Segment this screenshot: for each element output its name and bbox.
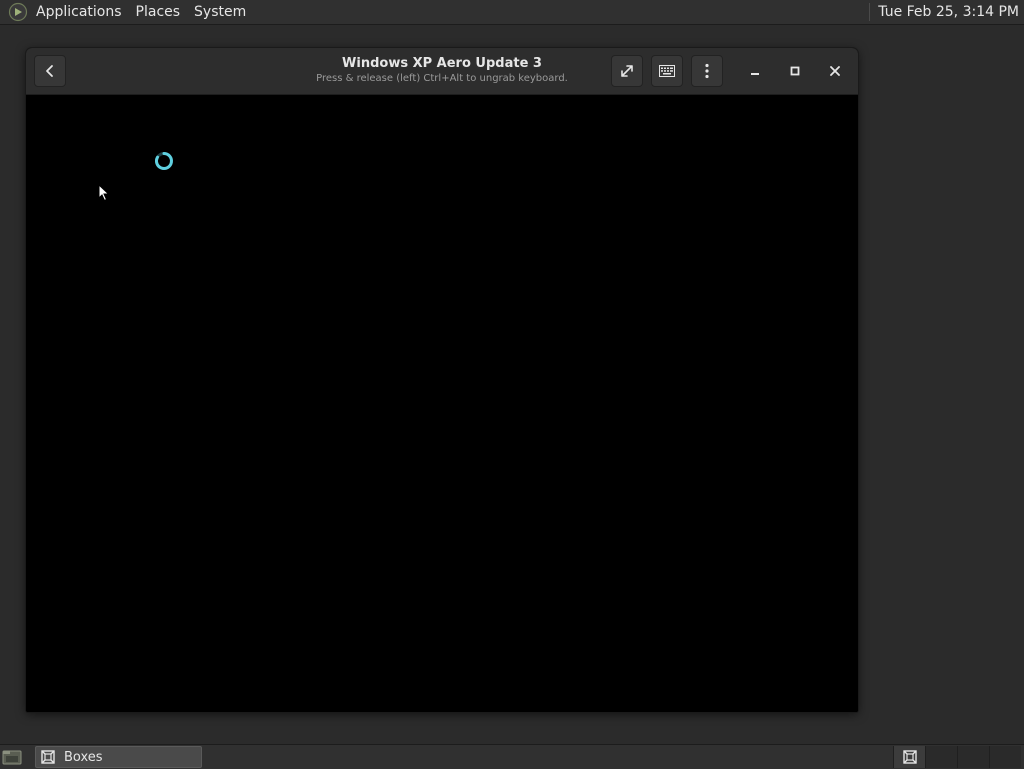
back-arrow-icon (46, 65, 53, 77)
keyboard-icon (659, 65, 675, 77)
boxes-icon (40, 749, 56, 765)
boxes-icon (902, 750, 917, 764)
minimize-icon (751, 73, 759, 75)
keyboard-button[interactable] (651, 55, 683, 87)
bottom-panel: Boxes (0, 744, 1024, 769)
maximize-button[interactable] (783, 59, 807, 83)
back-button[interactable] (34, 55, 66, 87)
clock[interactable]: Tue Feb 25, 3:14 PM (878, 4, 1019, 20)
vertical-dots-icon (705, 63, 709, 79)
taskbar-item-label: Boxes (64, 749, 103, 765)
close-button[interactable] (823, 59, 847, 83)
boxes-window: Windows XP Aero Update 3 Press & release… (26, 48, 858, 712)
workspace-3[interactable] (957, 746, 989, 768)
menu-system[interactable]: System (187, 0, 253, 24)
title-block: Windows XP Aero Update 3 Press & release… (266, 56, 618, 86)
taskbar-item-boxes[interactable]: Boxes (35, 746, 202, 768)
loading-spinner-icon (154, 152, 173, 170)
menu-applications[interactable]: Applications (29, 0, 129, 24)
minimize-button[interactable] (743, 59, 767, 83)
show-desktop-icon[interactable] (2, 747, 22, 767)
window-title: Windows XP Aero Update 3 (342, 56, 542, 71)
panel-separator (869, 3, 871, 21)
vm-display[interactable] (26, 95, 858, 712)
top-panel: Applications Places System Tue Feb 25, 3… (0, 0, 1024, 25)
maximize-icon (790, 66, 800, 76)
workspace-4[interactable] (989, 746, 1021, 768)
menu-places[interactable]: Places (129, 0, 188, 24)
mouse-cursor-icon (98, 184, 110, 202)
fullscreen-icon (621, 65, 633, 77)
workspace-1[interactable] (893, 746, 925, 768)
window-subtitle: Press & release (left) Ctrl+Alt to ungra… (316, 73, 568, 84)
close-icon (830, 66, 840, 76)
fullscreen-button[interactable] (611, 55, 643, 87)
menu-button[interactable] (691, 55, 723, 87)
headerbar[interactable]: Windows XP Aero Update 3 Press & release… (26, 48, 858, 95)
workspace-2[interactable] (925, 746, 957, 768)
mint-logo-icon[interactable] (7, 1, 29, 23)
workspace-switcher (893, 746, 1023, 768)
